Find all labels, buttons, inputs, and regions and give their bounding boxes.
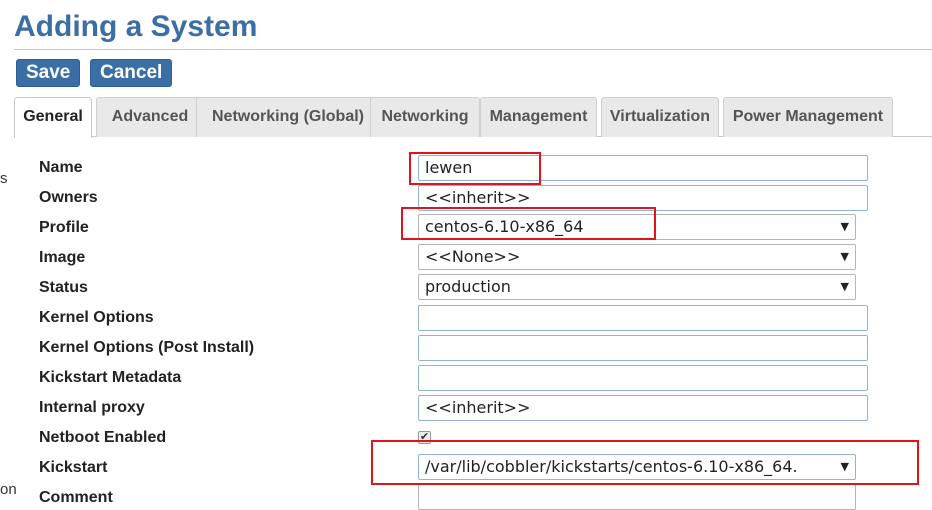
caret-down-icon: ▼ — [840, 250, 849, 263]
tab-advanced[interactable]: Advanced — [96, 97, 204, 137]
tab-general[interactable]: General — [14, 97, 92, 138]
profile-label: Profile — [39, 219, 89, 236]
save-button[interactable]: Save — [16, 59, 81, 87]
internal-proxy-input[interactable]: <<inherit>> — [418, 395, 868, 421]
name-label: Name — [39, 159, 83, 176]
caret-down-icon: ▼ — [840, 280, 849, 293]
cancel-button[interactable]: Cancel — [90, 59, 173, 87]
page-title: Adding a System — [14, 10, 258, 43]
left-edge-text: s — [0, 170, 8, 187]
kernel-options-input[interactable] — [418, 305, 868, 331]
kickstart-metadata-input[interactable] — [418, 365, 868, 391]
image-label: Image — [39, 249, 86, 266]
status-label: Status — [39, 279, 88, 296]
comment-label: Comment — [39, 489, 113, 506]
caret-down-icon: ▼ — [840, 220, 849, 233]
internal-proxy-label: Internal proxy — [39, 399, 145, 416]
status-selected-value: production — [425, 277, 511, 296]
tab-networking-global[interactable]: Networking (Global) — [196, 97, 380, 137]
kernel-options-label: Kernel Options — [39, 309, 154, 326]
kickstart-select[interactable]: /var/lib/cobbler/kickstarts/centos-6.10-… — [418, 454, 856, 480]
comment-input[interactable] — [418, 484, 856, 510]
name-input[interactable]: lewen — [418, 155, 868, 181]
kickstart-label: Kickstart — [39, 459, 108, 476]
caret-down-icon: ▼ — [840, 460, 849, 473]
kickstart-selected-value: /var/lib/cobbler/kickstarts/centos-6.10-… — [425, 457, 798, 476]
image-select[interactable]: <<None>> ▼ — [418, 244, 856, 270]
image-selected-value: <<None>> — [425, 247, 521, 266]
check-icon: ✔ — [419, 431, 430, 443]
left-edge-text: on — [0, 481, 17, 498]
owners-label: Owners — [39, 189, 98, 206]
tab-management[interactable]: Management — [480, 97, 597, 137]
netboot-enabled-checkbox[interactable]: ✔ — [418, 431, 431, 444]
owners-input[interactable]: <<inherit>> — [418, 185, 868, 211]
tab-power-management[interactable]: Power Management — [723, 97, 893, 137]
kernel-options-post-label: Kernel Options (Post Install) — [39, 339, 255, 356]
tab-bar: General Advanced Networking (Global) Net… — [14, 97, 932, 138]
title-divider — [14, 49, 932, 50]
tab-virtualization[interactable]: Virtualization — [601, 97, 719, 137]
profile-select[interactable]: centos-6.10-x86_64 ▼ — [418, 214, 856, 240]
kickstart-metadata-label: Kickstart Metadata — [39, 369, 182, 386]
netboot-enabled-label: Netboot Enabled — [39, 429, 167, 446]
profile-selected-value: centos-6.10-x86_64 — [425, 217, 584, 236]
status-select[interactable]: production ▼ — [418, 274, 856, 300]
kernel-options-post-input[interactable] — [418, 335, 868, 361]
tab-networking[interactable]: Networking — [370, 97, 480, 137]
